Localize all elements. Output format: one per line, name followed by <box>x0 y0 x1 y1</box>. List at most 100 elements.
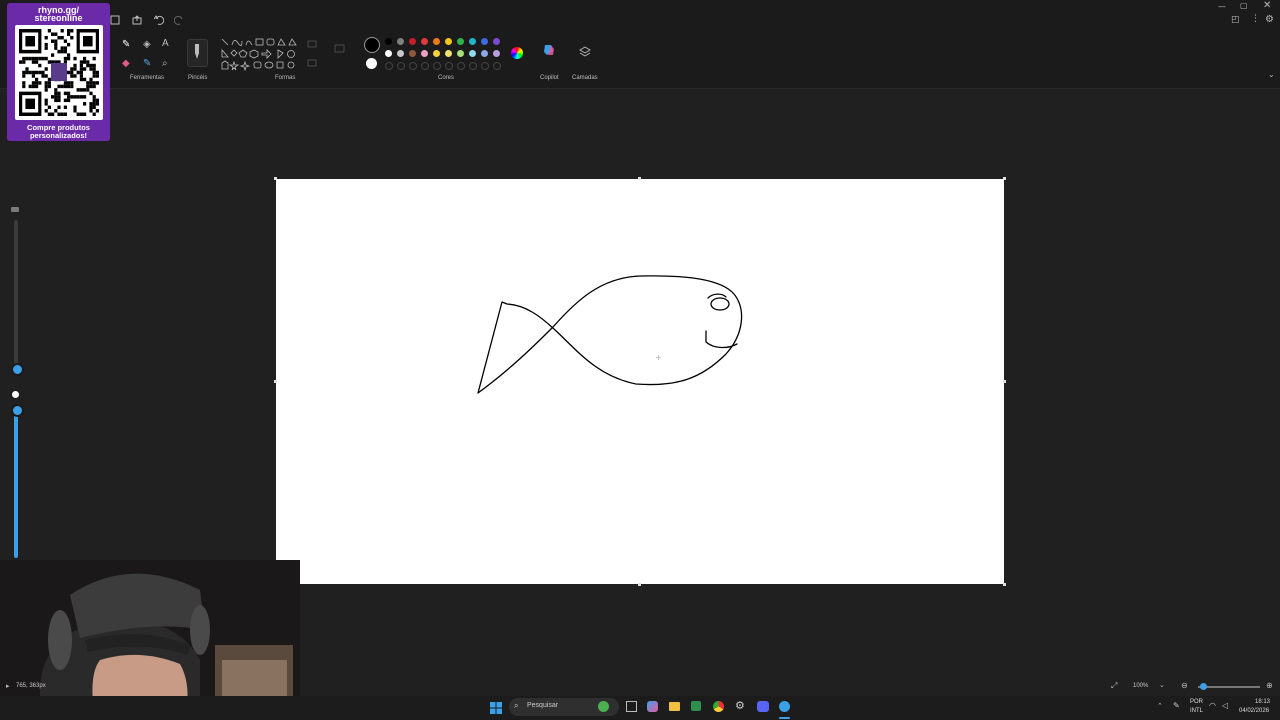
color-swatch[interactable] <box>421 50 428 57</box>
color-swatch[interactable] <box>397 50 404 57</box>
store-icon[interactable] <box>691 701 701 711</box>
color-swatch[interactable] <box>469 50 476 57</box>
minimize-button[interactable]: — <box>1218 2 1226 11</box>
color-swatch[interactable] <box>457 50 464 57</box>
custom-color-slot[interactable] <box>397 62 405 70</box>
cursor-position: 765, 363px <box>16 683 46 689</box>
eraser-icon[interactable]: ◆ <box>122 58 130 69</box>
qr-code <box>15 25 103 120</box>
cursor-crosshair: + <box>655 353 662 362</box>
zoom-level[interactable]: 100% <box>1133 683 1148 689</box>
magnifier-icon[interactable]: ⌕ <box>162 58 168 69</box>
custom-color-slot[interactable] <box>493 62 501 70</box>
close-button[interactable]: ✕ <box>1263 0 1271 11</box>
resize-handle-t[interactable] <box>638 177 641 180</box>
custom-color-slot[interactable] <box>385 62 393 70</box>
shape-fill-icon[interactable] <box>334 44 346 54</box>
fit-to-window-icon[interactable]: ⤢ <box>1111 681 1117 691</box>
tray-chevron-icon[interactable]: ⌃ <box>1157 702 1163 710</box>
clock-time[interactable]: 18:13 <box>1255 699 1270 705</box>
zoom-in-icon[interactable]: ⊕ <box>1266 681 1273 690</box>
windows-start-icon[interactable] <box>490 702 502 714</box>
clock-date[interactable]: 04/02/2026 <box>1239 708 1269 714</box>
color-swatch[interactable] <box>409 50 416 57</box>
color-swatch[interactable] <box>409 38 416 45</box>
brush-size-thumb[interactable] <box>11 363 24 376</box>
color-picker-icon[interactable]: ✎ <box>143 58 151 69</box>
zoom-slider-thumb[interactable] <box>1200 683 1207 690</box>
custom-color-slot[interactable] <box>457 62 465 70</box>
share-icon[interactable] <box>132 15 142 25</box>
opacity-icon <box>12 391 19 398</box>
taskbar-search[interactable]: ⌕ Pesquisar <box>509 698 619 716</box>
copilot-taskbar-icon[interactable] <box>647 701 658 712</box>
fill-icon[interactable]: ◈ <box>143 39 151 50</box>
color-swatch[interactable] <box>445 50 452 57</box>
resize-handle-l[interactable] <box>274 380 277 383</box>
color-swatch[interactable] <box>493 50 500 57</box>
task-view-icon[interactable] <box>626 701 637 712</box>
custom-color-slot[interactable] <box>421 62 429 70</box>
settings-app-icon[interactable]: ⚙ <box>735 699 745 712</box>
active-app-indicator <box>779 717 790 719</box>
color-swatch[interactable] <box>481 38 488 45</box>
shapes-gallery[interactable] <box>220 37 298 75</box>
zoom-slider-track[interactable] <box>1198 686 1260 688</box>
color-swatch[interactable] <box>433 38 440 45</box>
file-explorer-icon[interactable] <box>669 702 680 711</box>
zoom-dropdown-icon[interactable]: ⌄ <box>1159 681 1165 689</box>
redo-icon[interactable] <box>174 15 184 25</box>
language-top[interactable]: POR <box>1190 699 1203 705</box>
save-icon[interactable] <box>110 15 120 25</box>
volume-icon[interactable]: ◁ <box>1222 701 1228 710</box>
custom-color-slot[interactable] <box>409 62 417 70</box>
pencil-icon[interactable]: ✎ <box>122 39 130 50</box>
discord-icon[interactable] <box>757 701 769 712</box>
title-bar: — ▢ ✕ ◰ ⋮ ⚙ <box>0 0 1280 32</box>
opacity-thumb[interactable] <box>11 404 24 417</box>
custom-color-slot[interactable] <box>433 62 441 70</box>
edit-colors-button[interactable] <box>511 47 523 59</box>
color-swatch[interactable] <box>421 38 428 45</box>
layers-icon[interactable] <box>579 46 591 58</box>
undo-icon[interactable] <box>154 15 164 25</box>
color-swatch[interactable] <box>385 38 392 45</box>
secondary-color[interactable] <box>366 58 377 69</box>
search-icon: ⌕ <box>514 701 519 710</box>
language-bottom[interactable]: INTL <box>1190 708 1203 714</box>
copilot-icon[interactable] <box>542 43 556 57</box>
more-icon[interactable]: ⋮ <box>1251 14 1260 24</box>
color-swatch[interactable] <box>493 38 500 45</box>
notification-icon[interactable]: ◰ <box>1231 15 1240 25</box>
primary-color[interactable] <box>364 37 380 53</box>
settings-icon[interactable]: ⚙ <box>1265 14 1274 25</box>
color-swatch[interactable] <box>469 38 476 45</box>
resize-handle-r[interactable] <box>1003 380 1006 383</box>
color-swatch[interactable] <box>481 50 488 57</box>
paint-app-icon[interactable] <box>779 701 790 712</box>
brush-size-track[interactable] <box>14 220 18 365</box>
custom-color-slot[interactable] <box>481 62 489 70</box>
resize-handle-b[interactable] <box>638 583 641 586</box>
pen-tray-icon[interactable]: ✎ <box>1173 701 1180 710</box>
resize-handle-tl[interactable] <box>274 177 277 180</box>
custom-color-slot[interactable] <box>469 62 477 70</box>
wifi-icon[interactable]: ◠ <box>1209 701 1216 710</box>
opacity-track[interactable] <box>14 410 18 558</box>
zoom-out-icon[interactable]: ⊖ <box>1181 681 1188 690</box>
fish-drawing <box>477 275 743 394</box>
drawing-canvas[interactable]: + <box>276 179 1004 584</box>
text-icon[interactable]: A <box>162 38 169 49</box>
chrome-icon[interactable] <box>713 701 724 712</box>
resize-handle-tr[interactable] <box>1003 177 1006 180</box>
color-swatch[interactable] <box>445 38 452 45</box>
shape-outline-icon[interactable] <box>307 40 319 70</box>
resize-handle-br[interactable] <box>1003 583 1006 586</box>
color-swatch[interactable] <box>433 50 440 57</box>
color-swatch[interactable] <box>397 38 404 45</box>
color-swatch[interactable] <box>385 50 392 57</box>
custom-color-slot[interactable] <box>445 62 453 70</box>
maximize-button[interactable]: ▢ <box>1240 1 1248 10</box>
collapse-ribbon-icon[interactable]: ⌄ <box>1268 70 1275 79</box>
color-swatch[interactable] <box>457 38 464 45</box>
